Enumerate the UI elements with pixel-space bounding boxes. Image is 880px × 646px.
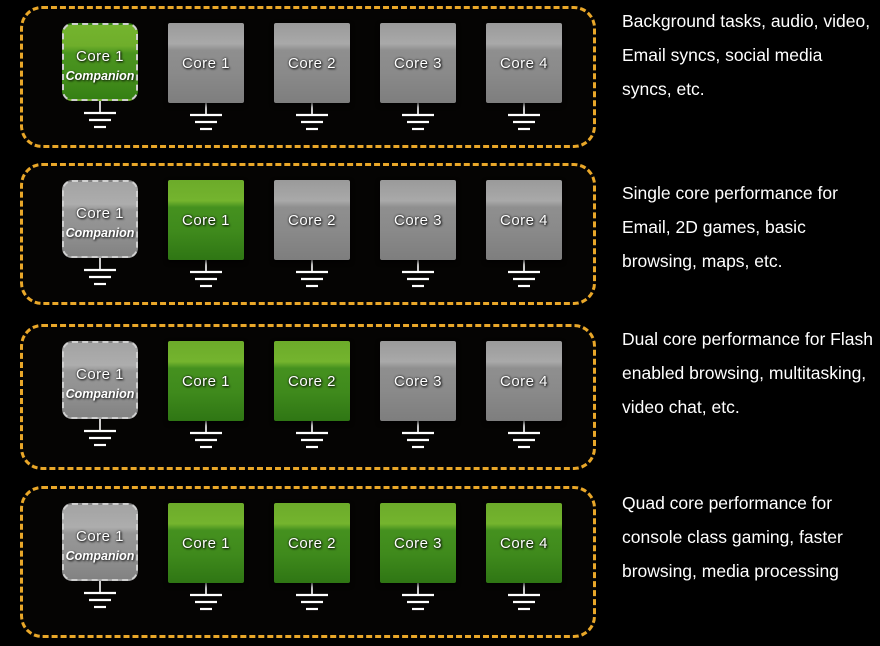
core-block-core-2-inactive[interactable]: Core 2 (274, 180, 350, 260)
core-label: Core 4 (499, 54, 549, 72)
core-label: Core 4 (499, 372, 549, 390)
core-group-row-dual-core: Core 1 Companion Core 1 Core 2 Core 3 Core 4 (20, 324, 596, 470)
core-slot: Core 1 (153, 341, 259, 451)
core-label: Core 3 (393, 211, 443, 229)
core-label: Core 4 (499, 534, 549, 552)
core-label: Core 1 (181, 372, 231, 390)
core-block-core-1-companion-inactive[interactable]: Core 1 Companion (62, 341, 138, 419)
core-block-core-1-inactive[interactable]: Core 1 (168, 23, 244, 103)
core-label: Core 1 (75, 48, 125, 66)
core-label: Core 3 (393, 54, 443, 72)
core-row: Core 1 Companion Core 1 Core 2 Core 3 Core 4 (23, 9, 593, 145)
core-block-core-4-inactive[interactable]: Core 4 (486, 341, 562, 421)
core-slot: Core 2 (259, 180, 365, 290)
core-slot: Core 4 (471, 180, 577, 290)
core-slot: Core 1 Companion (47, 23, 153, 131)
core-row: Core 1 Companion Core 1 Core 2 Core 3 Core 4 (23, 489, 593, 635)
core-slot: Core 4 (471, 341, 577, 451)
core-slot: Core 1 (153, 180, 259, 290)
ground-icon (78, 101, 122, 131)
core-group-row-quad-core: Core 1 Companion Core 1 Core 2 Core 3 Core 4 (20, 486, 596, 638)
core-block-core-4-active[interactable]: Core 4 (486, 503, 562, 583)
core-label: Core 1 (75, 366, 125, 384)
caption-row-single-core: Single core performance for Email, 2D ga… (622, 183, 838, 272)
core-block-core-3-active[interactable]: Core 3 (380, 503, 456, 583)
core-block-core-3-inactive[interactable]: Core 3 (380, 180, 456, 260)
core-sublabel: Companion (65, 549, 135, 564)
ground-icon (396, 260, 440, 290)
core-sublabel: Companion (65, 387, 135, 402)
core-sublabel: Companion (65, 69, 135, 84)
core-block-core-1-companion-inactive[interactable]: Core 1 Companion (62, 503, 138, 581)
core-block-core-1-active[interactable]: Core 1 (168, 341, 244, 421)
core-label: Core 1 (181, 534, 231, 552)
core-block-core-3-inactive[interactable]: Core 3 (380, 23, 456, 103)
core-slot: Core 2 (259, 341, 365, 451)
core-slot: Core 2 (259, 503, 365, 613)
ground-icon (290, 421, 334, 451)
ground-icon (184, 103, 228, 133)
core-label: Core 2 (287, 534, 337, 552)
core-block-core-1-companion-inactive[interactable]: Core 1 Companion (62, 180, 138, 258)
ground-icon (78, 419, 122, 449)
core-slot: Core 1 (153, 503, 259, 613)
core-block-core-3-inactive[interactable]: Core 3 (380, 341, 456, 421)
ground-icon (78, 258, 122, 288)
core-label: Core 2 (287, 372, 337, 390)
core-slot: Core 3 (365, 341, 471, 451)
core-group-row-single-core: Core 1 Companion Core 1 Core 2 Core 3 Core 4 (20, 163, 596, 305)
core-slot: Core 1 Companion (47, 180, 153, 288)
core-row: Core 1 Companion Core 1 Core 2 Core 3 Core 4 (23, 166, 593, 302)
core-block-core-1-companion-active[interactable]: Core 1 Companion (62, 23, 138, 101)
ground-icon (396, 103, 440, 133)
core-label: Core 2 (287, 211, 337, 229)
core-label: Core 1 (75, 528, 125, 546)
ground-icon (396, 583, 440, 613)
core-block-core-2-active[interactable]: Core 2 (274, 341, 350, 421)
core-block-core-2-inactive[interactable]: Core 2 (274, 23, 350, 103)
ground-icon (184, 421, 228, 451)
ground-icon (502, 583, 546, 613)
core-slot: Core 1 Companion (47, 341, 153, 449)
core-block-core-4-inactive[interactable]: Core 4 (486, 180, 562, 260)
ground-icon (290, 583, 334, 613)
caption-row-dual-core: Dual core performance for Flash enabled … (622, 329, 873, 418)
core-group-row-background-tasks: Core 1 Companion Core 1 Core 2 Core 3 Core 4 (20, 6, 596, 148)
core-slot: Core 3 (365, 180, 471, 290)
core-block-core-2-active[interactable]: Core 2 (274, 503, 350, 583)
core-block-core-4-inactive[interactable]: Core 4 (486, 23, 562, 103)
core-label: Core 1 (75, 205, 125, 223)
ground-icon (184, 583, 228, 613)
ground-icon (78, 581, 122, 611)
core-block-core-1-active[interactable]: Core 1 (168, 503, 244, 583)
caption-row-quad-core: Quad core performance for console class … (622, 493, 843, 582)
core-slot: Core 4 (471, 23, 577, 133)
ground-icon (502, 260, 546, 290)
core-slot: Core 2 (259, 23, 365, 133)
core-label: Core 4 (499, 211, 549, 229)
ground-icon (502, 421, 546, 451)
core-slot: Core 4 (471, 503, 577, 613)
core-sublabel: Companion (65, 226, 135, 241)
core-slot: Core 1 Companion (47, 503, 153, 611)
core-label: Core 1 (181, 211, 231, 229)
diagram-canvas: Core 1 Companion Core 1 Core 2 Core 3 Core 4 … (0, 0, 880, 646)
ground-icon (290, 260, 334, 290)
core-slot: Core 3 (365, 23, 471, 133)
ground-icon (502, 103, 546, 133)
core-label: Core 3 (393, 372, 443, 390)
core-label: Core 3 (393, 534, 443, 552)
ground-icon (396, 421, 440, 451)
core-row: Core 1 Companion Core 1 Core 2 Core 3 Core 4 (23, 327, 593, 467)
core-block-core-1-active[interactable]: Core 1 (168, 180, 244, 260)
core-slot: Core 1 (153, 23, 259, 133)
core-label: Core 1 (181, 54, 231, 72)
core-label: Core 2 (287, 54, 337, 72)
ground-icon (290, 103, 334, 133)
core-slot: Core 3 (365, 503, 471, 613)
ground-icon (184, 260, 228, 290)
caption-row-background-tasks: Background tasks, audio, video, Email sy… (622, 11, 871, 100)
